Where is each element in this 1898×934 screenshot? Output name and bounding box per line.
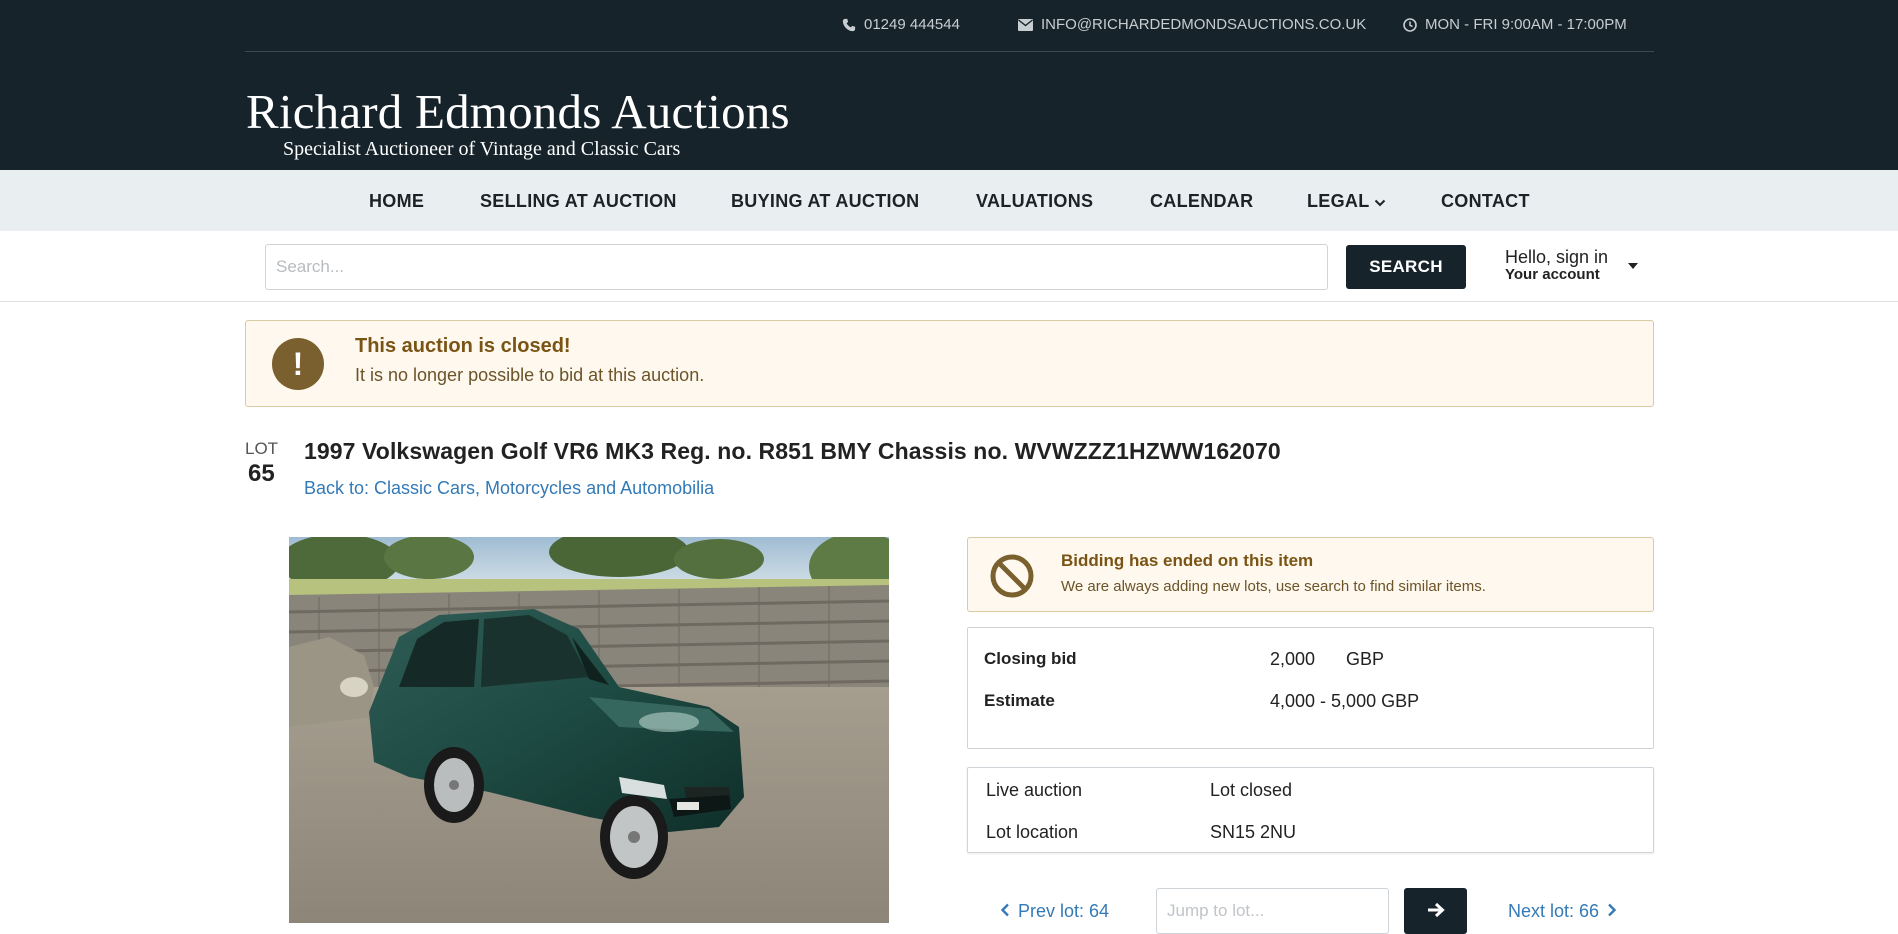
nav-item-calendar[interactable]: CALENDAR [1150,191,1253,212]
nav-item-contact[interactable]: CONTACT [1441,191,1530,212]
account-greeting: Hello, sign in [1505,247,1609,267]
nav-item-valuations[interactable]: VALUATIONS [976,191,1093,212]
jump-to-lot-input[interactable] [1156,888,1389,934]
closing-bid-label: Closing bid [984,649,1077,668]
envelope-icon [1018,18,1033,31]
alert-text: It is no longer possible to bid at this … [355,365,705,385]
phone-icon [842,18,856,32]
nav-item-legal-label: LEGAL [1307,191,1370,211]
hours-text: MON - FRI 9:00AM - 17:00PM [1425,16,1627,33]
lot-location-label: Lot location [986,822,1079,842]
chevron-down-icon [1374,191,1386,212]
estimate-row: Estimate 4,000 - 5,000 GBP [984,691,1634,715]
main-nav: HOME SELLING AT AUCTION BUYING AT AUCTIO… [0,170,1898,231]
lot-title: 1997 Volkswagen Golf VR6 MK3 Reg. no. R8… [304,438,1281,464]
email-link[interactable]: INFO@RICHARDEDMONDSAUCTIONS.CO.UK [1018,16,1366,33]
lot-location-row: Lot location SN15 2NU [986,822,1636,846]
exclamation-icon: ! [272,338,324,390]
bidding-ended-text: We are always adding new lots, use searc… [1061,578,1486,595]
jump-to-lot-button[interactable] [1404,888,1467,934]
nav-item-home[interactable]: HOME [369,191,424,212]
search-button[interactable]: SEARCH [1346,245,1466,289]
estimate-value: 4,000 - 5,000 GBP [1270,691,1420,711]
chevron-left-icon [1000,901,1010,922]
auction-closed-alert: ! This auction is closed! It is no longe… [245,320,1654,407]
price-panel: Closing bid 2,000 GBP Estimate 4,000 - 5… [967,627,1654,749]
closing-bid-value: 2,000 [1270,649,1316,669]
back-to-auction-link[interactable]: Back to: Classic Cars, Motorcycles and A… [304,478,714,499]
caret-down-icon [1628,263,1638,269]
closing-bid-row: Closing bid 2,000 GBP [984,649,1634,673]
phone-link[interactable]: 01249 444544 [842,16,960,33]
nav-item-selling-at-auction[interactable]: SELLING AT AUCTION [480,191,677,212]
prev-lot-label: Prev lot: 64 [1018,901,1110,921]
bidding-ended-title: Bidding has ended on this item [1061,551,1314,570]
lot-label: LOT [245,439,279,458]
lot-location-value: SN15 2NU [1210,822,1297,842]
lot-number: 65 [248,460,275,487]
account-menu[interactable]: Hello, sign in Your account [1505,247,1645,287]
account-label: Your account [1505,266,1600,283]
live-auction-value: Lot closed [1210,780,1293,800]
logo-title: Richard Edmonds Auctions [246,84,790,139]
chevron-right-icon [1607,901,1617,922]
lot-info-panel: Live auction Lot closed Lot location SN1… [967,767,1654,853]
clock-icon [1403,17,1417,32]
site-logo[interactable]: Richard Edmonds Auctions Specialist Auct… [246,84,790,161]
phone-text: 01249 444544 [864,16,960,33]
next-lot-link[interactable]: Next lot: 66 [1508,901,1617,922]
contact-bar: 01249 444544 INFO@RICHARDEDMONDSAUCTIONS… [245,0,1654,52]
closing-bid-currency: GBP [1346,649,1385,669]
prev-lot-link[interactable]: Prev lot: 64 [1000,901,1109,922]
alert-title: This auction is closed! [355,335,571,357]
lot-photo[interactable] [289,537,889,923]
site-header: 01249 444544 INFO@RICHARDEDMONDSAUCTIONS… [0,0,1898,170]
next-lot-label: Next lot: 66 [1508,901,1600,921]
estimate-label: Estimate [984,691,1055,710]
nav-item-legal[interactable]: LEGAL [1307,191,1386,212]
opening-hours: MON - FRI 9:00AM - 17:00PM [1403,16,1627,33]
ban-icon [990,554,1034,602]
arrow-right-icon [1426,902,1446,921]
email-text: INFO@RICHARDEDMONDSAUCTIONS.CO.UK [1041,16,1367,33]
live-auction-row: Live auction Lot closed [986,780,1636,804]
nav-item-buying-at-auction[interactable]: BUYING AT AUCTION [731,191,919,212]
search-input[interactable] [265,244,1328,290]
logo-subtitle: Specialist Auctioneer of Vintage and Cla… [283,138,681,160]
live-auction-label: Live auction [986,780,1083,800]
bidding-ended-notice: Bidding has ended on this item We are al… [967,537,1654,612]
